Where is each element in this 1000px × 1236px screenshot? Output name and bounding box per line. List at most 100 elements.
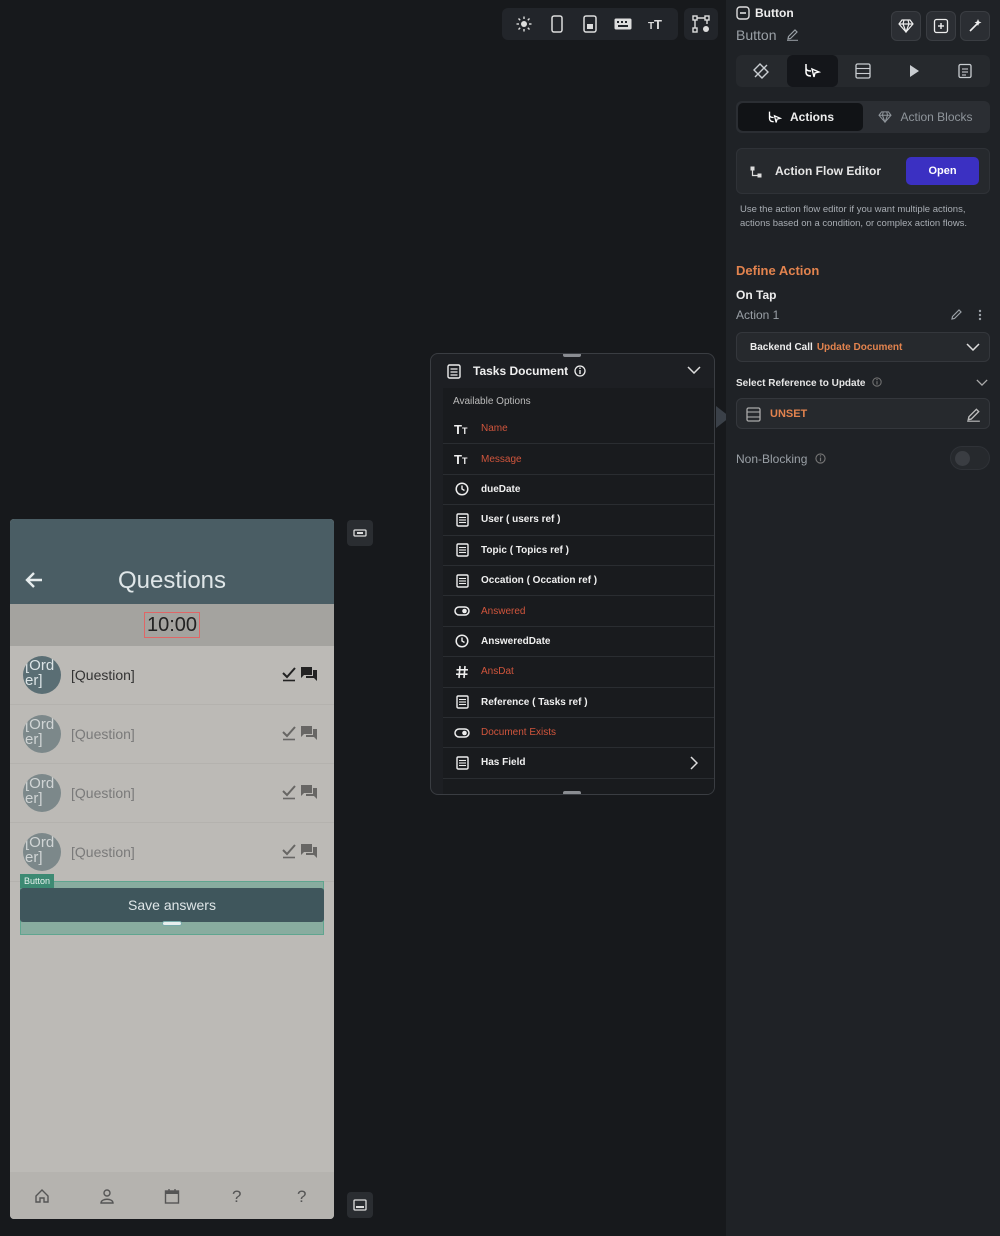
option-item[interactable]: Answered [443,596,714,627]
tab-backend-query[interactable] [838,55,889,87]
document-icon [443,573,481,588]
play-icon [908,64,920,78]
options-subtitle: Available Options [453,396,531,407]
check-icon[interactable] [282,843,296,859]
tab-preview[interactable] [888,55,939,87]
select-reference-label: Select Reference to Update [736,377,882,389]
forum-icon[interactable] [300,843,318,859]
text-type-icon: TT [443,423,481,435]
option-item[interactable]: dueDate [443,475,714,506]
actions-icon [767,110,782,125]
tab-actions[interactable] [786,55,838,87]
question-text: [Question] [71,726,135,742]
check-icon[interactable] [282,666,296,682]
clock-icon [443,634,481,648]
toggle-bottom-panel-button[interactable] [347,1192,373,1218]
toggle-icon [443,606,481,616]
sun-icon[interactable] [513,13,535,35]
document-icon [746,407,761,422]
list-item[interactable]: [Ord er] [Question] [10,646,334,705]
widget-name[interactable]: Button [736,27,799,43]
dropdown-header[interactable]: Tasks Document [431,354,714,388]
option-item[interactable]: TT Message [443,444,714,475]
trigger-label: On Tap [736,288,777,302]
option-item[interactable]: Reference ( Tasks ref ) [443,688,714,718]
actions-segmented-control: Actions Action Blocks [736,101,990,133]
node-tree-icon[interactable] [684,8,718,40]
properties-panel: Button Button Actions Action Blocks Acti… [726,0,1000,1236]
option-item[interactable]: Document Exists [443,718,714,749]
options-list: Available Options TT Name TT Message due… [443,388,714,794]
chevron-right-icon[interactable] [690,756,698,770]
keyboard-icon[interactable] [612,13,634,35]
resize-handle[interactable] [162,921,182,926]
option-item[interactable]: Topic ( Topics ref ) [443,536,714,566]
dropdown-title: Tasks Document [473,364,569,378]
option-item[interactable]: User ( users ref ) [443,505,714,536]
help-icon[interactable]: ? [229,1187,245,1205]
panel-tabs [736,55,990,87]
phone-icon[interactable] [546,13,568,35]
backend-icon [855,63,871,79]
list-item[interactable]: [Ord er] [Question] [10,764,334,823]
hash-icon [443,665,481,679]
open-button[interactable]: Open [906,157,979,185]
forum-icon[interactable] [300,784,318,800]
option-item[interactable]: Occation ( Occation ref ) [443,566,714,597]
actions-icon [803,62,822,80]
svg-text:?: ? [232,1187,241,1205]
magic-wand-icon[interactable] [960,11,990,41]
help-icon[interactable]: ? [294,1187,310,1205]
non-blocking-toggle[interactable] [950,446,990,470]
reference-field[interactable]: UNSET [736,398,990,429]
text-type-icon: TT [443,453,481,465]
chevron-down-icon[interactable] [687,366,701,374]
forum-icon[interactable] [300,666,318,682]
diamond-icon[interactable] [891,11,921,41]
option-item[interactable]: AnsDat [443,657,714,688]
action-blocks-segment[interactable]: Action Blocks [863,103,988,131]
option-item[interactable]: TT Name [443,414,714,445]
list-item[interactable]: [Ord er] [Question] [10,823,334,882]
phone-preview: Questions 10:00 [Ord er] [Question] [Ord… [10,519,334,1219]
save-answers-button[interactable]: Save answers [20,888,324,922]
info-icon[interactable] [872,377,882,387]
info-icon[interactable] [815,453,826,464]
toggle-widget-tree-button[interactable] [347,520,373,546]
document-icon [443,543,481,557]
option-item[interactable]: Has Field [443,748,714,779]
timer-text[interactable]: 10:00 [144,612,200,638]
drag-handle[interactable] [563,791,581,794]
check-icon[interactable] [282,784,296,800]
button-widget-icon [736,6,750,20]
tab-documentation[interactable] [939,55,990,87]
option-item[interactable]: AnsweredDate [443,627,714,658]
forum-icon[interactable] [300,725,318,741]
app-bar: Questions [10,519,334,604]
calendar-icon[interactable] [164,1188,180,1204]
tab-properties[interactable] [736,55,787,87]
pencil-icon[interactable] [950,308,963,321]
drag-handle[interactable] [563,354,581,357]
home-icon[interactable] [34,1188,50,1204]
widget-type: Button [755,6,794,20]
more-vert-icon[interactable] [978,309,982,321]
chevron-down-icon[interactable] [976,379,988,386]
pencil-icon[interactable] [966,407,981,422]
help-text: Use the action flow editor if you want m… [740,204,968,229]
bottom-nav: ? ? [10,1172,334,1219]
action-type-select[interactable]: Backend Call Update Document [736,332,990,362]
text-size-icon[interactable]: TT [645,13,667,35]
actions-segment[interactable]: Actions [738,103,863,131]
list-item[interactable]: [Ord er] [Question] [10,705,334,764]
pencil-icon[interactable] [786,28,799,41]
question-text: [Question] [71,785,135,801]
question-text: [Question] [71,844,135,860]
clock-icon [443,482,481,497]
add-widget-icon[interactable] [926,11,956,41]
person-icon[interactable] [99,1188,115,1204]
document-icon [443,695,481,709]
info-icon[interactable] [574,365,586,377]
check-icon[interactable] [282,725,296,741]
tablet-icon[interactable] [579,13,601,35]
